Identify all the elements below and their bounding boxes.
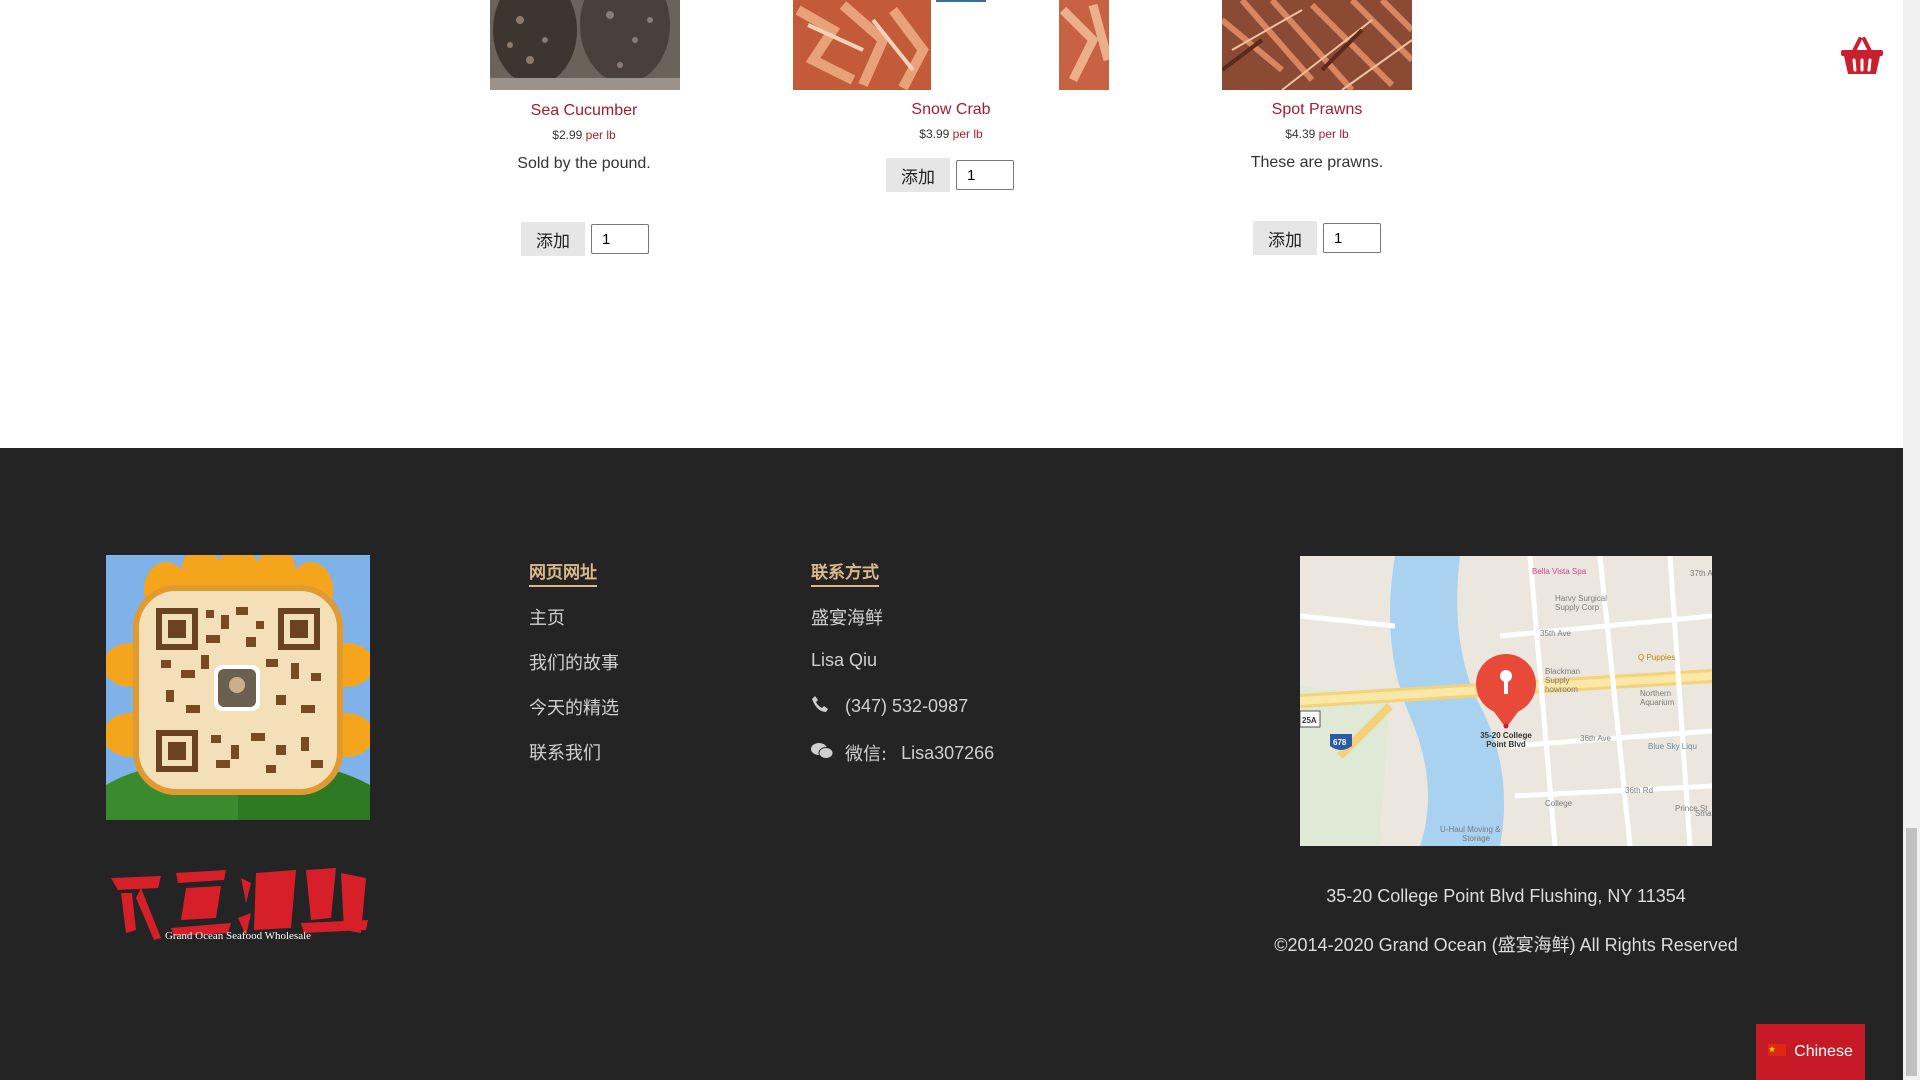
- product-description: Sold by the pound.: [517, 155, 651, 172]
- wechat-qr-code: [106, 555, 370, 820]
- map-interstate-shield: 678: [1333, 738, 1347, 747]
- map-place-label: College: [1545, 799, 1573, 808]
- product-price: $2.99 per lb: [450, 128, 718, 142]
- footer-link-todays-picks[interactable]: 今天的精选: [529, 694, 619, 720]
- add-to-cart-row: 添加: [521, 222, 649, 256]
- price-unit: per lb: [952, 127, 983, 141]
- contact-heading: 联系方式: [811, 558, 879, 587]
- china-flag-icon: [1768, 1043, 1787, 1061]
- product-name[interactable]: Sea Cucumber: [450, 102, 718, 120]
- price-value: $2.99: [552, 128, 583, 142]
- footer-link-our-story[interactable]: 我们的故事: [529, 649, 619, 675]
- map-place-label: Aquarium: [1640, 698, 1675, 707]
- phone-number[interactable]: (347) 532-0987: [845, 696, 968, 717]
- contact-person: Lisa Qiu: [811, 650, 878, 670]
- product-description: These are prawns.: [1250, 154, 1384, 171]
- links-heading: 网页网址: [529, 558, 597, 587]
- quantity-input[interactable]: [1323, 223, 1381, 253]
- quantity-input[interactable]: [591, 224, 649, 254]
- store-address: 35-20 College Point Blvd Flushing, NY 11…: [1326, 886, 1686, 906]
- product-grid: Sea Cucumber $2.99 per lb Sold by the po…: [0, 0, 1903, 448]
- brand-logo: Grand Ocean Seafood Wholesale: [106, 858, 370, 948]
- product-image[interactable]: [1222, 0, 1412, 90]
- price-value: $4.39: [1285, 127, 1316, 141]
- product-price: $4.39 per lb: [1183, 127, 1451, 141]
- wechat-icon: [811, 742, 834, 765]
- footer-link-contact-us[interactable]: 联系我们: [529, 739, 601, 765]
- map-place-label: 37th Ave: [1690, 569, 1712, 578]
- product-name[interactable]: Spot Prawns: [1183, 101, 1451, 119]
- add-button[interactable]: 添加: [1253, 221, 1317, 255]
- language-label: Chinese: [1794, 1043, 1853, 1060]
- product-image[interactable]: [793, 0, 1109, 90]
- wechat-row: 微信: Lisa307266: [811, 740, 994, 766]
- map-place-label: Harvy Surgical: [1555, 594, 1607, 603]
- map-pin-label: 35-20 College: [1480, 731, 1532, 740]
- add-to-cart-row: 添加: [1253, 221, 1381, 255]
- page: Sea Cucumber $2.99 per lb Sold by the po…: [0, 0, 1920, 1080]
- product-card: Spot Prawns $4.39 per lb These are prawn…: [1183, 0, 1451, 270]
- scrollbar-thumb[interactable]: [1906, 828, 1917, 1076]
- product-image[interactable]: [490, 0, 680, 90]
- map-place-label: Supply Corp: [1555, 603, 1600, 612]
- add-button[interactable]: 添加: [886, 158, 950, 192]
- copyright-text: ©2014-2020 Grand Ocean (盛宴海鲜) All Rights…: [1274, 935, 1738, 955]
- map-place-label: U-Haul Moving &: [1440, 825, 1501, 834]
- product-price: $3.99 per lb: [793, 127, 1109, 141]
- logo-subtitle: Grand Ocean Seafood Wholesale: [164, 930, 312, 942]
- phone-icon: [811, 695, 831, 718]
- wechat-label: 微信:: [845, 744, 888, 765]
- add-button[interactable]: 添加: [521, 222, 585, 256]
- location-map[interactable]: Bella Vista Spa Harvy Surgical Supply Co…: [1300, 556, 1712, 846]
- price-unit: per lb: [585, 128, 616, 142]
- map-place-label: Blue Sky Liqu: [1648, 742, 1697, 751]
- map-place-label: 36th Rd: [1625, 786, 1653, 795]
- product-name[interactable]: Snow Crab: [793, 101, 1109, 119]
- add-to-cart-row: 添加: [886, 158, 1014, 192]
- product-card: Sea Cucumber $2.99 per lb Sold by the po…: [450, 0, 718, 270]
- map-place-label: Supply: [1545, 676, 1569, 685]
- language-switcher-button[interactable]: Chinese: [1756, 1024, 1865, 1080]
- map-route-shield: 25A: [1302, 716, 1317, 725]
- basket-icon[interactable]: [1840, 37, 1884, 77]
- map-place-label: 35th Ave: [1540, 629, 1572, 638]
- quantity-input[interactable]: [956, 160, 1014, 190]
- map-place-label: 36th Ave: [1580, 734, 1612, 743]
- map-place-label: Small: [1695, 809, 1712, 818]
- footer-link-home[interactable]: 主页: [529, 604, 565, 630]
- map-place-label: Bella Vista Spa: [1532, 567, 1587, 576]
- price-value: $3.99: [919, 127, 950, 141]
- map-place-label: Northern: [1640, 689, 1671, 698]
- product-card: Snow Crab $3.99 per lb 添加: [793, 0, 1109, 200]
- map-place-label: Blackman: [1545, 667, 1580, 676]
- company-name: 盛宴海鲜: [811, 608, 883, 629]
- map-place-label: howroom: [1545, 685, 1578, 694]
- map-place-label: Storage: [1462, 834, 1491, 843]
- map-pin-label: Point Blvd: [1486, 740, 1526, 749]
- wechat-id: Lisa307266: [901, 742, 995, 763]
- price-unit: per lb: [1318, 127, 1349, 141]
- map-place-label: Q Puppies: [1638, 653, 1675, 662]
- phone-row: (347) 532-0987: [811, 695, 968, 718]
